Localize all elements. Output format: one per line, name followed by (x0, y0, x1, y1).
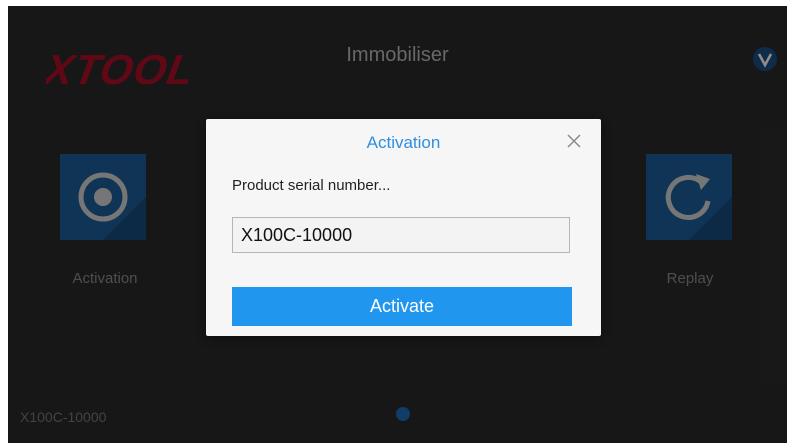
serial-prompt: Product serial number... (232, 177, 391, 194)
activation-dialog: Activation Product serial number... Acti… (206, 119, 601, 336)
dialog-title: Activation (366, 133, 441, 152)
close-icon[interactable] (564, 131, 584, 151)
app-screen: XTOOL Immobiliser Activation Replay X100… (8, 6, 787, 443)
activate-button[interactable]: Activate (232, 287, 572, 326)
serial-number-input[interactable] (232, 217, 570, 253)
